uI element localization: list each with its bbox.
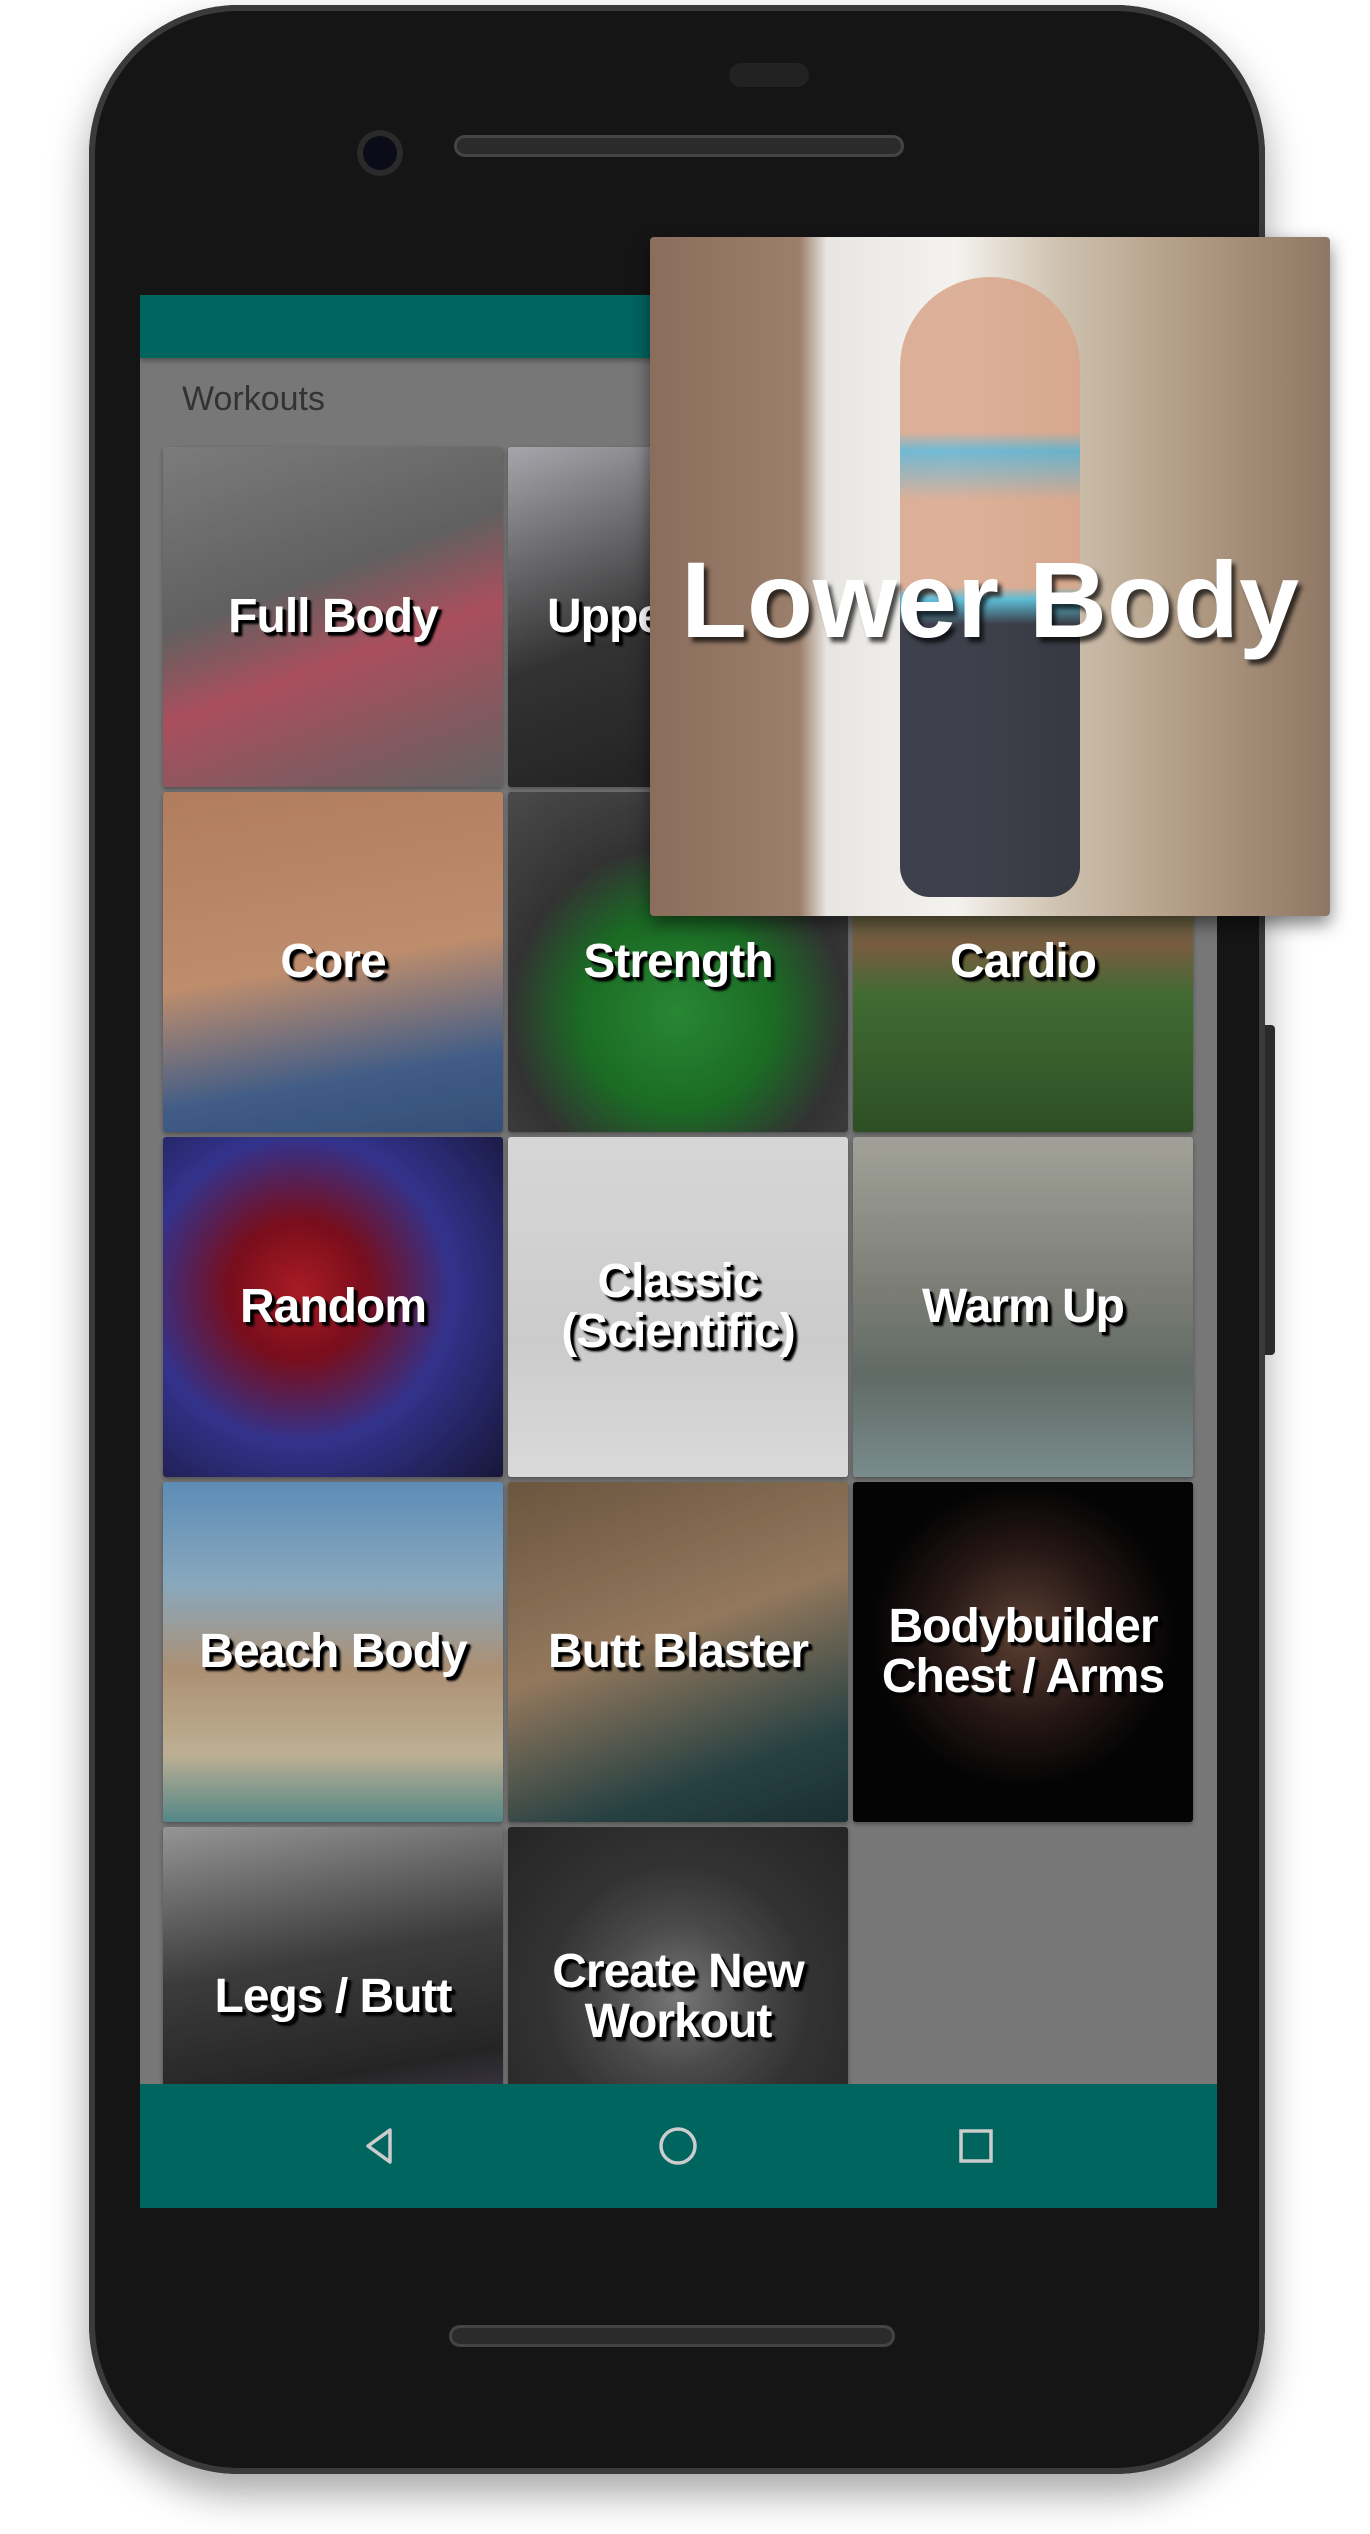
home-icon[interactable] <box>656 2124 700 2168</box>
tile-label: Classic (Scientific) <box>561 1255 795 1358</box>
workout-tile[interactable]: Bodybuilder Chest / Arms <box>853 1482 1193 1822</box>
top-speaker <box>454 135 904 157</box>
page-title: Workouts <box>182 380 325 418</box>
tile-label: Legs / Butt <box>214 1970 453 2023</box>
back-icon[interactable] <box>358 2124 402 2168</box>
front-camera-icon <box>357 130 403 176</box>
overlay-label: Lower Body <box>680 539 1300 660</box>
workout-tile[interactable]: Butt Blaster <box>508 1482 848 1822</box>
tile-label: Core <box>280 935 386 988</box>
workout-tile[interactable]: Full Body <box>163 447 503 787</box>
workout-tile[interactable]: Classic (Scientific) <box>508 1137 848 1477</box>
tile-label: Random <box>240 1280 427 1333</box>
tile-label: Beach Body <box>199 1625 467 1678</box>
workout-tile[interactable]: Random <box>163 1137 503 1477</box>
earpiece-sensor <box>729 63 809 87</box>
workout-tile[interactable]: Core <box>163 792 503 1132</box>
tile-label: Create New Workout <box>552 1945 804 2048</box>
tile-label: Cardio <box>949 935 1097 988</box>
tile-label: Bodybuilder Chest / Arms <box>881 1600 1165 1703</box>
recents-icon[interactable] <box>954 2124 998 2168</box>
lower-body-tile-preview[interactable]: Lower Body <box>650 237 1330 916</box>
bottom-speaker <box>449 2325 895 2347</box>
tile-label: Warm Up <box>922 1280 1125 1333</box>
navigation-bar <box>140 2084 1217 2208</box>
tile-label: Strength <box>583 935 773 988</box>
tile-label: Butt Blaster <box>547 1625 809 1678</box>
workout-tile[interactable]: Warm Up <box>853 1137 1193 1477</box>
tile-label: Full Body <box>228 590 439 643</box>
volume-button <box>1265 1025 1275 1355</box>
workout-tile[interactable]: Beach Body <box>163 1482 503 1822</box>
